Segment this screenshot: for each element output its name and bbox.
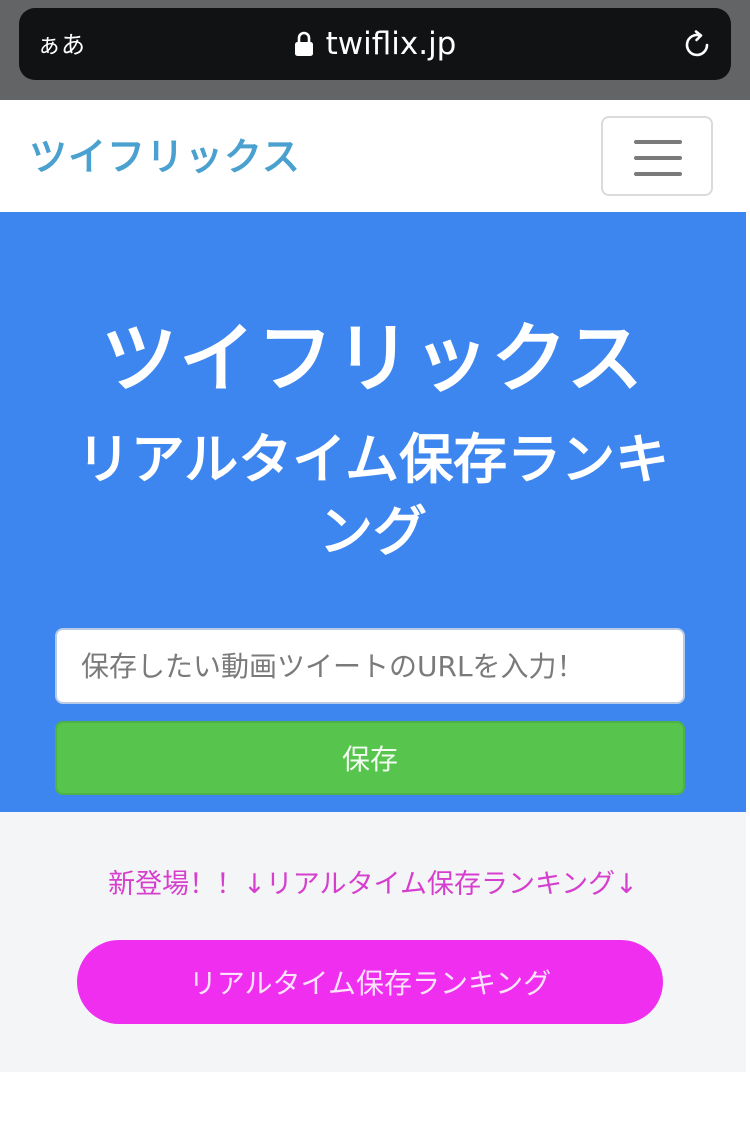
navbar: ツイフリックス: [0, 100, 750, 212]
save-button[interactable]: 保存: [55, 721, 685, 795]
address-bar[interactable]: ぁあ twiflix.jp: [19, 8, 731, 80]
hamburger-icon: [634, 156, 682, 160]
reload-icon[interactable]: [681, 28, 713, 60]
url-text: twiflix.jp: [325, 26, 457, 62]
hamburger-icon: [634, 172, 682, 176]
hero-subtitle: リアルタイム保存ランキング: [76, 428, 670, 563]
url-display[interactable]: twiflix.jp: [19, 24, 731, 64]
brand-logo-link[interactable]: ツイフリックス: [29, 134, 301, 180]
ranking-section: 新登場！！↓リアルタイム保存ランキング↓ リアルタイム保存ランキング: [0, 812, 746, 1072]
lock-icon: [294, 31, 313, 56]
tweet-url-input[interactable]: [55, 628, 685, 704]
browser-chrome: ぁあ twiflix.jp: [0, 0, 750, 100]
menu-toggle-button[interactable]: [601, 116, 713, 196]
hero-section: ツイフリックス リアルタイム保存ランキング 保存: [0, 212, 746, 812]
hero-title: ツイフリックス: [101, 314, 645, 403]
hamburger-icon: [634, 140, 682, 144]
realtime-ranking-button[interactable]: リアルタイム保存ランキング: [77, 940, 663, 1024]
ranking-notice: 新登場！！↓リアルタイム保存ランキング↓: [108, 869, 638, 900]
